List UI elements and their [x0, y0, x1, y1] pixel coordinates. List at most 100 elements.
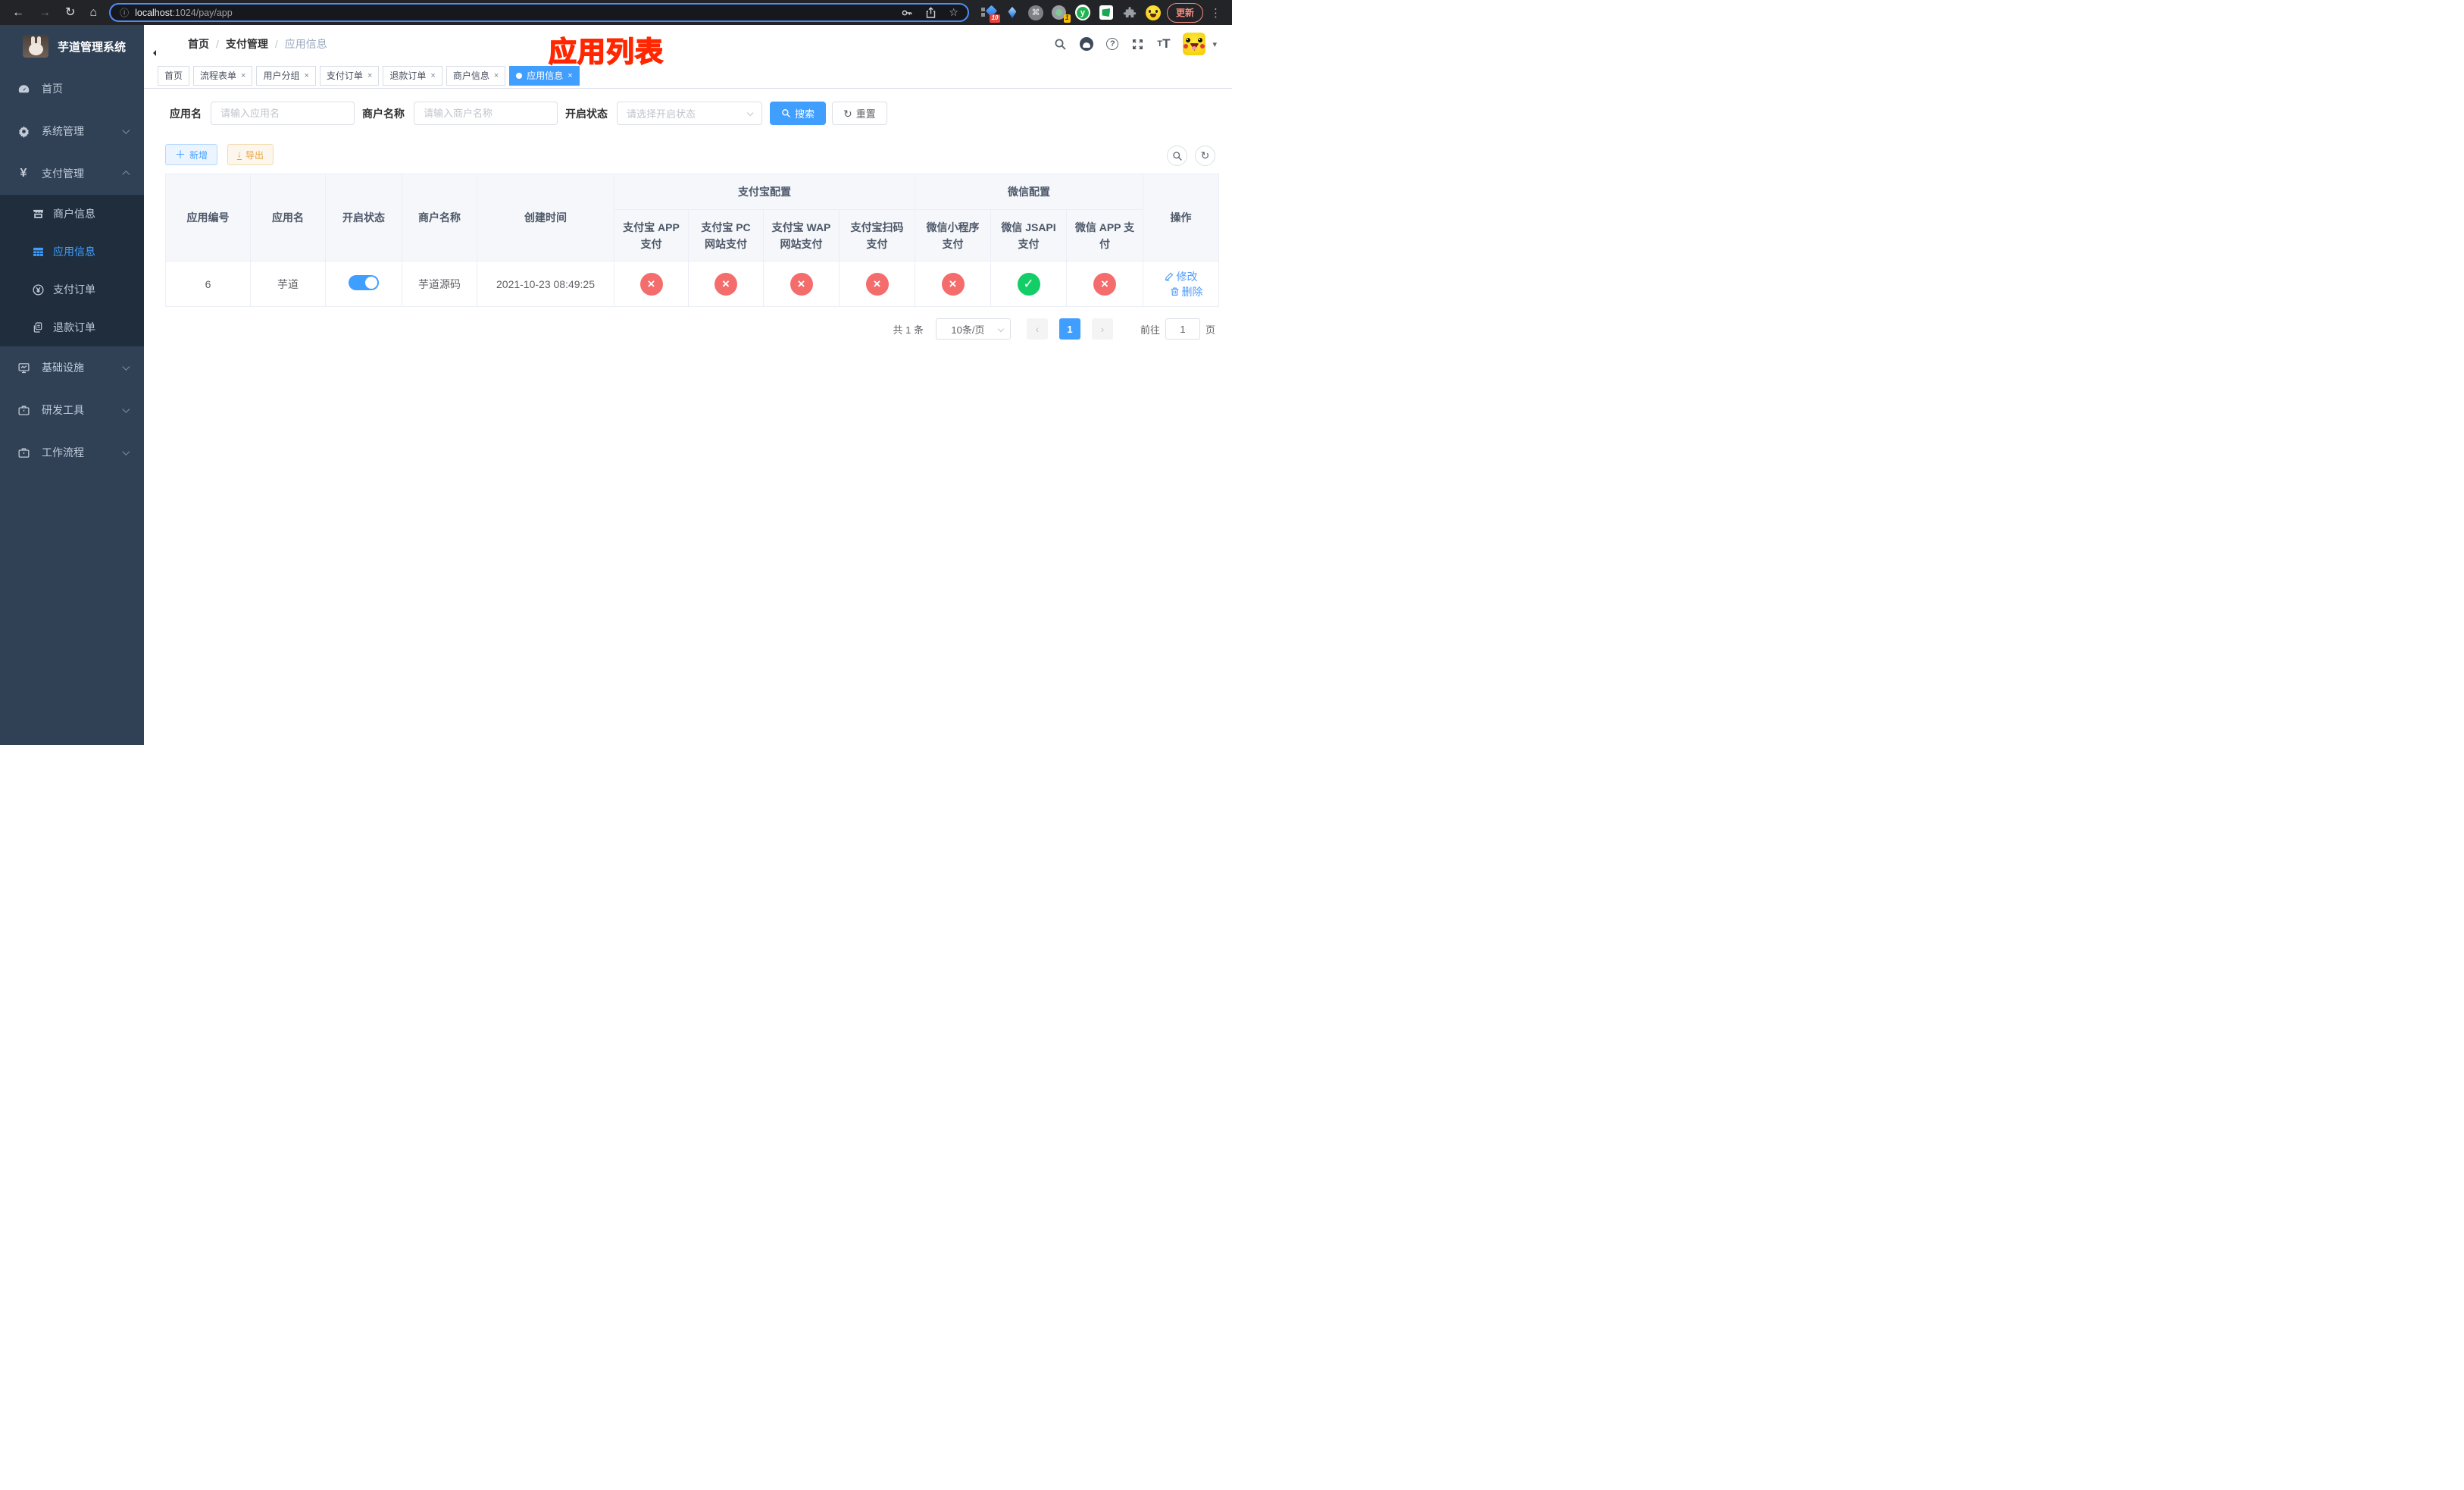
- sidebar-item-infrastructure[interactable]: 基础设施: [0, 346, 144, 389]
- col-wx-lite: 微信小程序支付: [915, 209, 991, 261]
- status-cross-icon: ×: [865, 272, 889, 296]
- url-text[interactable]: localhost:1024/pay/app: [135, 8, 233, 18]
- sidebar-item-app-info[interactable]: 应用信息: [0, 233, 144, 271]
- browser-menu-icon[interactable]: ⋮: [1210, 6, 1221, 20]
- extension-chat-icon[interactable]: [1099, 5, 1114, 20]
- font-size-icon[interactable]: TT: [1157, 36, 1170, 52]
- sidebar-item-label: 退款订单: [53, 321, 95, 333]
- col-group-alipay: 支付宝配置: [614, 174, 915, 210]
- sidebar-item-label: 研发工具: [42, 404, 84, 416]
- search-button[interactable]: 搜索: [770, 102, 827, 125]
- site-info-icon[interactable]: ⓘ: [120, 6, 129, 19]
- extension-command-icon[interactable]: ⌘: [1027, 5, 1043, 20]
- status-check-icon: ✓: [1017, 272, 1040, 296]
- col-created-at: 创建时间: [477, 174, 614, 261]
- next-page-button[interactable]: ›: [1091, 318, 1113, 340]
- search-form: 应用名 商户名称 开启状态 请选择开启状态 搜索 ↻ 重置: [170, 102, 887, 125]
- fullscreen-icon[interactable]: [1131, 38, 1144, 51]
- hide-search-button[interactable]: [1167, 146, 1187, 166]
- extension-kite-icon[interactable]: [1005, 5, 1020, 20]
- close-icon[interactable]: ×: [568, 71, 572, 80]
- main-area: 首页 / 支付管理 / 应用信息 应用列表 ? T T ▾ 首页 流程表单 × …: [144, 25, 1232, 745]
- page-size-select[interactable]: 10条/页: [935, 318, 1011, 340]
- extension-y-icon[interactable]: y: [1074, 5, 1090, 20]
- avatar-caret-icon[interactable]: ▾: [1212, 39, 1217, 49]
- gear-icon: [15, 125, 32, 138]
- sidebar-item-label: 应用信息: [53, 246, 95, 258]
- sidebar: 芋道管理系统 首页 系统管理 ¥ 支付管理 商户信息 应用信息 支付订单 退款订…: [0, 25, 144, 745]
- breadcrumb-payment[interactable]: 支付管理: [226, 36, 268, 52]
- refresh-icon: ↻: [843, 107, 852, 120]
- refresh-button[interactable]: ↻: [1195, 146, 1215, 166]
- search-icon[interactable]: [1054, 38, 1067, 51]
- merchant-name-input[interactable]: [414, 102, 558, 125]
- tab-home[interactable]: 首页: [158, 65, 190, 86]
- page-number-1[interactable]: 1: [1058, 318, 1080, 340]
- navbar-actions: ? TT ▾: [1054, 33, 1217, 55]
- export-button[interactable]: ↓ 导出: [227, 144, 274, 165]
- reload-icon[interactable]: ↻: [65, 6, 75, 19]
- sidebar-item-system[interactable]: 系统管理: [0, 110, 144, 152]
- close-icon[interactable]: ×: [430, 71, 435, 80]
- extension-diamond-icon[interactable]: 10: [980, 5, 1000, 23]
- bookmark-star-icon[interactable]: ☆: [949, 6, 958, 19]
- address-bar[interactable]: ⓘ localhost:1024/pay/app ☆: [109, 3, 969, 22]
- tab-refund-orders[interactable]: 退款订单 ×: [383, 65, 442, 86]
- sidebar-item-payment[interactable]: ¥ 支付管理: [0, 152, 144, 195]
- prev-page-button[interactable]: ‹: [1026, 318, 1048, 340]
- table-row: 6 芋道 芋道源码 2021-10-23 08:49:25 × × × × × …: [165, 261, 1220, 307]
- breadcrumb-separator: /: [216, 38, 219, 50]
- app-table: 应用编号 应用名 开启状态 商户名称 创建时间 支付宝配置 微信配置 操作 支付…: [165, 174, 1220, 307]
- tags-view-bar: 首页 流程表单 × 用户分组 × 支付订单 × 退款订单 × 商户信息 × 应用信息 ×: [144, 63, 1232, 89]
- goto-page-input[interactable]: [1165, 318, 1200, 340]
- close-icon[interactable]: ×: [494, 71, 499, 80]
- app-name-label: 应用名: [170, 107, 202, 120]
- share-icon[interactable]: [925, 6, 937, 19]
- sidebar-item-merchant-info[interactable]: 商户信息: [0, 195, 144, 233]
- sidebar-item-refund-orders[interactable]: 退款订单: [0, 308, 144, 346]
- back-icon[interactable]: ←: [12, 6, 24, 19]
- reset-button[interactable]: ↻ 重置: [832, 102, 887, 125]
- add-button[interactable]: ＋ 新增: [165, 144, 218, 165]
- chevron-down-icon: [746, 109, 754, 117]
- help-icon[interactable]: ?: [1106, 38, 1119, 50]
- home-icon[interactable]: ⌂: [89, 6, 97, 19]
- sidebar-item-label: 系统管理: [42, 125, 84, 137]
- extensions-puzzle-icon[interactable]: [1122, 5, 1137, 20]
- password-key-icon[interactable]: [901, 7, 913, 19]
- status-select[interactable]: 请选择开启状态: [617, 102, 762, 125]
- sidebar-item-dev-tools[interactable]: 研发工具: [0, 389, 144, 431]
- chevron-down-icon: [123, 448, 130, 455]
- sidebar-item-home[interactable]: 首页: [0, 67, 144, 110]
- close-icon[interactable]: ×: [367, 71, 372, 80]
- breadcrumb-current: 应用信息: [284, 38, 327, 50]
- goto-label: 前往: [1140, 324, 1160, 336]
- status-cross-icon: ×: [941, 272, 965, 296]
- breadcrumb-home[interactable]: 首页: [188, 36, 209, 52]
- github-icon[interactable]: [1080, 37, 1094, 51]
- breadcrumb: 首页 / 支付管理 / 应用信息: [188, 36, 327, 52]
- sidebar-item-label: 支付管理: [42, 167, 84, 180]
- tab-user-group[interactable]: 用户分组 ×: [256, 65, 316, 86]
- extension-emoji-icon[interactable]: [1145, 5, 1161, 20]
- user-avatar[interactable]: [1183, 33, 1206, 55]
- browser-update-button[interactable]: 更新: [1166, 2, 1203, 23]
- delete-link[interactable]: 删除: [1170, 284, 1203, 299]
- table-toolbar: ＋ 新增 ↓ 导出: [165, 144, 274, 165]
- status-toggle[interactable]: [349, 275, 379, 290]
- sidebar-item-workflow[interactable]: 工作流程: [0, 431, 144, 474]
- close-icon[interactable]: ×: [304, 71, 308, 80]
- edit-link[interactable]: 修改: [1165, 269, 1198, 284]
- close-icon[interactable]: ×: [241, 71, 245, 80]
- yen-circle-icon: [30, 283, 45, 296]
- tab-merchant-info[interactable]: 商户信息 ×: [446, 65, 506, 86]
- forward-icon[interactable]: →: [39, 6, 51, 19]
- tab-payment-orders[interactable]: 支付订单 ×: [319, 65, 380, 86]
- logo[interactable]: 芋道管理系统: [0, 25, 144, 67]
- sidebar-item-payment-orders[interactable]: 支付订单: [0, 271, 144, 308]
- col-app-name: 应用名: [250, 174, 326, 261]
- status-label: 开启状态: [565, 107, 608, 120]
- extension-recorder-icon[interactable]: 1: [1052, 5, 1071, 23]
- tab-process-form[interactable]: 流程表单 ×: [193, 65, 253, 86]
- app-name-input[interactable]: [211, 102, 355, 125]
